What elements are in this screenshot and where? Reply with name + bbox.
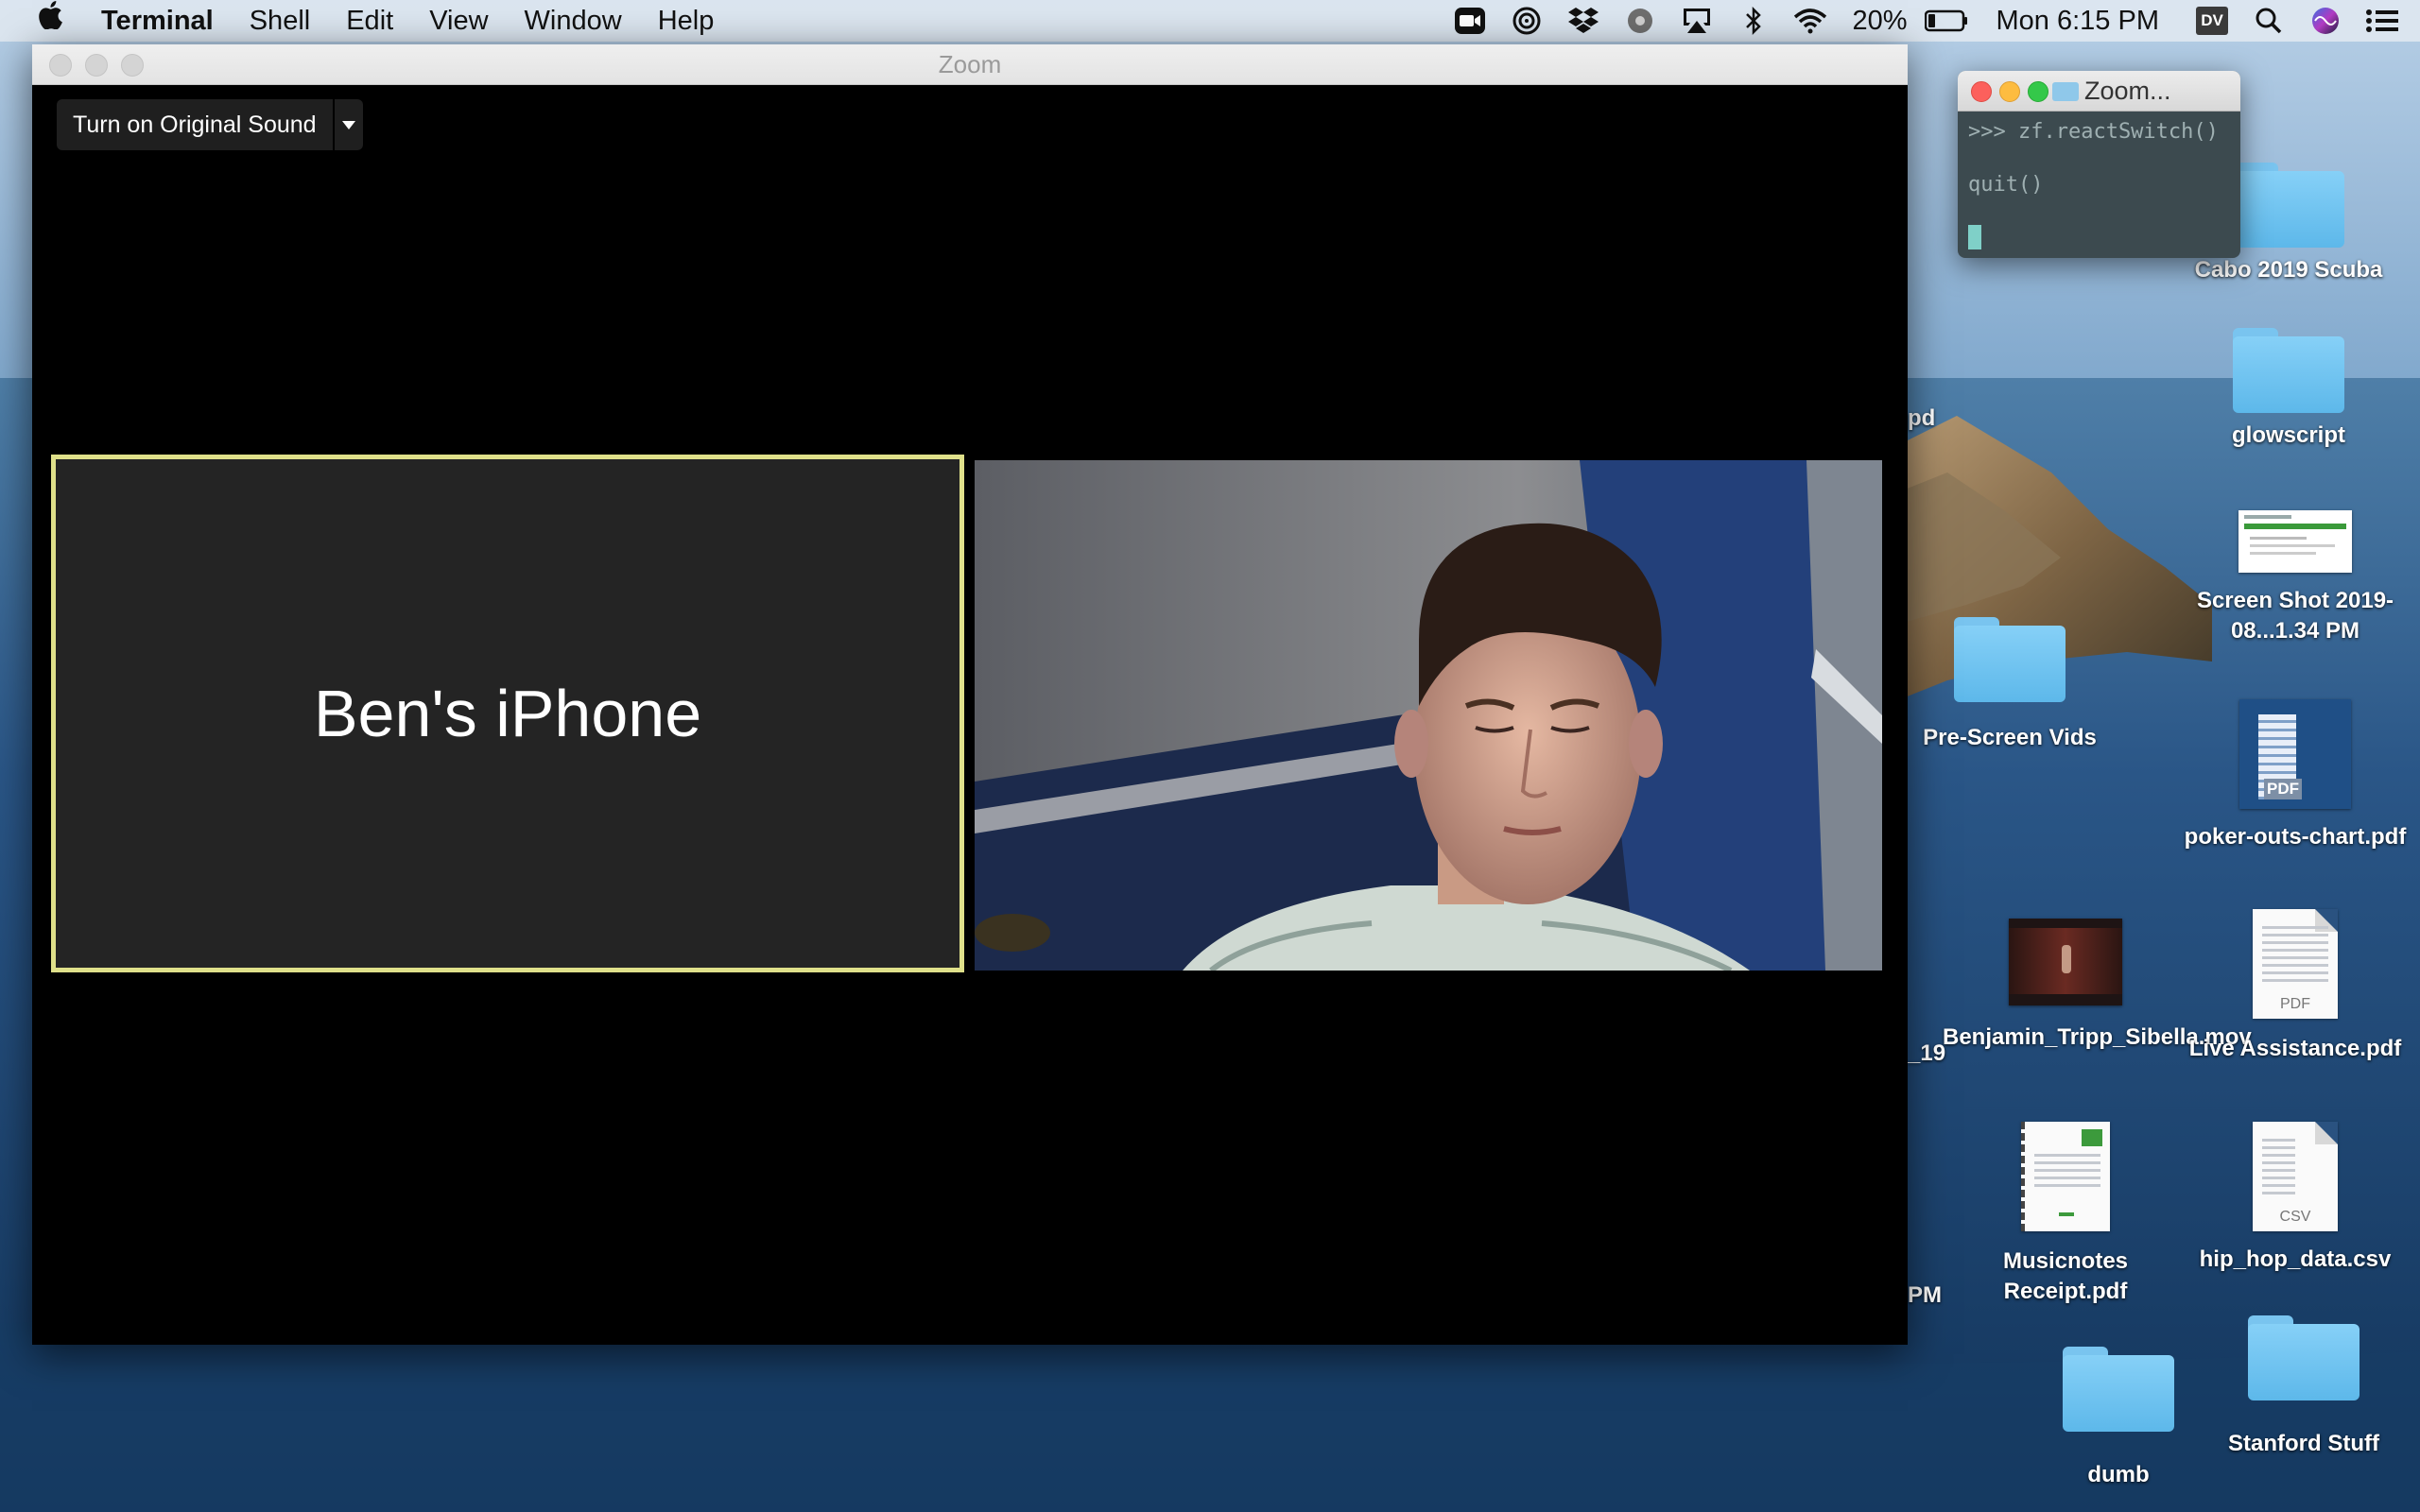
airplay-icon[interactable] bbox=[1668, 0, 1725, 42]
folder-icon bbox=[1954, 617, 2066, 702]
clock[interactable]: Mon 6:15 PM bbox=[1972, 0, 2184, 42]
partial-desktop-label: _19 bbox=[1908, 1040, 1946, 1066]
dropbox-icon[interactable] bbox=[1555, 0, 1612, 42]
movie-thumbnail-icon bbox=[2009, 919, 2122, 1005]
folder-icon bbox=[2063, 1347, 2174, 1432]
participant-tile-active-speaker[interactable]: Ben's iPhone bbox=[51, 455, 964, 972]
csv-document-icon: CSV bbox=[2253, 1122, 2338, 1231]
window-title: Zoom bbox=[938, 50, 1002, 78]
zoom-button[interactable] bbox=[2028, 81, 2048, 102]
terminal-cursor bbox=[1968, 225, 1981, 249]
menu-help[interactable]: Help bbox=[640, 0, 733, 42]
minimize-button-inactive[interactable] bbox=[85, 54, 108, 77]
desktop-icon-label: Screen Shot 2019-08...1.34 PM bbox=[2196, 588, 2394, 644]
partial-desktop-label: PM bbox=[1908, 1282, 1942, 1308]
zoom-icon[interactable] bbox=[1442, 0, 1498, 42]
terminal-titlebar[interactable]: Zoom... bbox=[1958, 71, 2240, 112]
screenshot-thumbnail-icon bbox=[2238, 510, 2352, 573]
desktop-icon-label: Stanford Stuff bbox=[2228, 1431, 2379, 1456]
pdf-document-icon: PDF bbox=[2253, 909, 2338, 1019]
desktop-icon-label: poker-outs-chart.pdf bbox=[2184, 824, 2407, 850]
participant-video-tile[interactable] bbox=[975, 460, 1882, 971]
menu-app-terminal[interactable]: Terminal bbox=[80, 0, 232, 42]
desktop-icon-label: glowscript bbox=[2231, 422, 2345, 448]
desktop-file-screen-shot[interactable]: Screen Shot 2019-08...1.34 PM bbox=[2172, 510, 2418, 646]
audio-hijack-icon[interactable] bbox=[1498, 0, 1555, 42]
participant-name: Ben's iPhone bbox=[313, 677, 702, 750]
apple-menu-icon[interactable] bbox=[0, 0, 80, 42]
menu-shell[interactable]: Shell bbox=[232, 0, 329, 42]
pdf-document-icon bbox=[2021, 1122, 2110, 1231]
bluetooth-icon[interactable] bbox=[1725, 0, 1782, 42]
menu-view[interactable]: View bbox=[411, 0, 506, 42]
partial-desktop-label: pd bbox=[1908, 405, 1936, 431]
zoom-titlebar[interactable]: Zoom bbox=[32, 44, 1908, 85]
desktop-folder-pre-screen-vids[interactable]: Pre-Screen Vids bbox=[1887, 617, 2133, 753]
pdf-document-icon: PDF bbox=[2239, 699, 2351, 809]
desktop-icon-label: dumb bbox=[2087, 1462, 2150, 1487]
desktop-icon-label: Pre-Screen Vids bbox=[1923, 725, 2097, 750]
desktop-icon-label: Live Assistance.pdf bbox=[2188, 1036, 2402, 1061]
zoom-meeting-window: Zoom Turn on Original Sound Ben's iPhone bbox=[32, 44, 1908, 1345]
terminal-title: Zoom... bbox=[2084, 77, 2171, 105]
zoom-button-inactive[interactable] bbox=[121, 54, 144, 77]
desktop-file-hip-hop-data[interactable]: CSV hip_hop_data.csv bbox=[2172, 1122, 2418, 1275]
original-sound-dropdown[interactable] bbox=[332, 99, 363, 150]
original-sound-control: Turn on Original Sound bbox=[57, 99, 363, 150]
vpn-icon[interactable] bbox=[1612, 0, 1668, 42]
desktop-file-musicnotes-receipt[interactable]: Musicnotes Receipt.pdf bbox=[1943, 1122, 2188, 1307]
spotlight-icon[interactable] bbox=[2240, 0, 2297, 42]
folder-icon bbox=[2233, 163, 2344, 248]
terminal-content[interactable]: >>> zf.reactSwitch() quit() bbox=[1958, 112, 2240, 249]
menu-window[interactable]: Window bbox=[507, 0, 640, 42]
terminal-line: >>> zf.reactSwitch() bbox=[1968, 120, 2219, 144]
terminal-window[interactable]: Zoom... >>> zf.reactSwitch() quit() bbox=[1958, 71, 2240, 258]
desktop-file-live-assistance[interactable]: PDF Live Assistance.pdf bbox=[2172, 909, 2418, 1064]
menu-bar: Terminal Shell Edit View Window Help 20% bbox=[0, 0, 2420, 42]
desktop-icon-label: Musicnotes Receipt.pdf bbox=[2002, 1248, 2129, 1304]
terminal-line: quit() bbox=[1968, 173, 2044, 197]
desktop-icon-label: Benjamin_Tripp_Sibella.mov bbox=[1943, 1024, 2252, 1050]
siri-icon[interactable] bbox=[2297, 0, 2354, 42]
desktop-folder-stanford-stuff[interactable]: Stanford Stuff bbox=[2181, 1315, 2420, 1459]
original-sound-button[interactable]: Turn on Original Sound bbox=[57, 99, 333, 150]
file-extension-label: CSV bbox=[2279, 1209, 2311, 1225]
desktop-icon-label: hip_hop_data.csv bbox=[2199, 1246, 2392, 1272]
minimize-button[interactable] bbox=[1999, 81, 2020, 102]
pdf-badge: PDF bbox=[2264, 779, 2302, 799]
menu-edit[interactable]: Edit bbox=[328, 0, 411, 42]
folder-icon bbox=[2248, 1315, 2360, 1400]
battery-icon[interactable] bbox=[1921, 0, 1972, 42]
caret-down-icon bbox=[341, 120, 355, 129]
desktop-file-benjamin-tripp-sibella[interactable]: Benjamin_Tripp_Sibella.mov bbox=[1943, 919, 2252, 1053]
close-button-inactive[interactable] bbox=[49, 54, 72, 77]
desktop-file-poker-outs-chart[interactable]: PDF poker-outs-chart.pdf bbox=[2172, 699, 2418, 852]
notification-center-icon[interactable] bbox=[2354, 0, 2411, 42]
user-initials: DV bbox=[2196, 7, 2228, 35]
desktop-folder-glowscript[interactable]: glowscript bbox=[2166, 328, 2411, 451]
wifi-icon[interactable] bbox=[1782, 0, 1839, 42]
user-avatar-badge[interactable]: DV bbox=[2184, 0, 2240, 42]
folder-icon bbox=[2233, 328, 2344, 413]
folder-icon bbox=[2052, 82, 2079, 101]
desktop-icon-label: Cabo 2019 Scuba bbox=[2194, 257, 2383, 283]
battery-percent[interactable]: 20% bbox=[1839, 0, 1920, 42]
file-extension-label: PDF bbox=[2280, 996, 2310, 1012]
webcam-video-feed bbox=[975, 460, 1882, 971]
close-button[interactable] bbox=[1971, 81, 1992, 102]
